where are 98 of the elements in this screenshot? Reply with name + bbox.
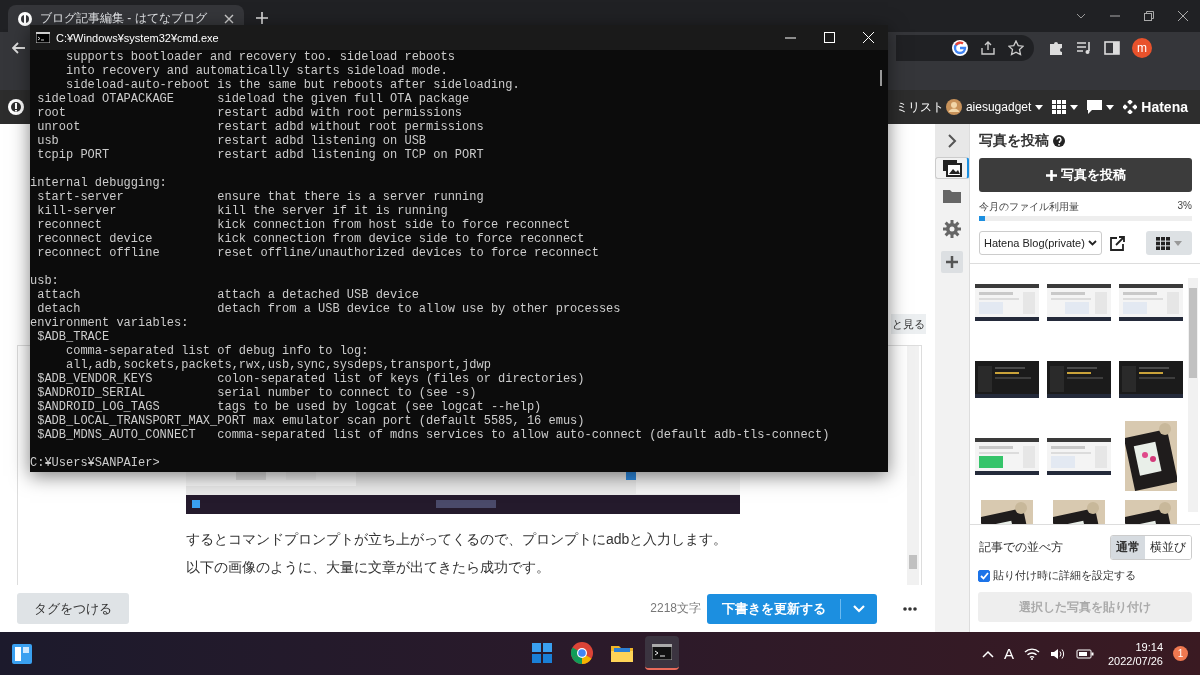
terminal-line: $ADB_VENDOR_KEYS colon-separated list of keys (files or directories) [36, 372, 586, 386]
terminal-line: $ADB_TRACE [36, 330, 111, 344]
terminal-line: root restart adbd with root permissions [36, 106, 464, 120]
terminal-line: usb: [30, 274, 60, 288]
grid-icon [1156, 236, 1170, 250]
chevron-up-icon[interactable] [981, 649, 994, 658]
terminal-line: C:¥Users¥SANPAIer> [30, 456, 161, 470]
checkbox-label: 貼り付け時に詳細を設定する [993, 568, 1136, 583]
settings-icon[interactable] [943, 219, 961, 238]
folder-icon[interactable] [611, 644, 633, 662]
hatena-logo-icon[interactable] [8, 99, 24, 115]
apps-grid-icon[interactable] [1052, 100, 1067, 114]
scrollbar[interactable] [907, 346, 919, 585]
caret-icon[interactable] [1106, 104, 1115, 110]
address-bar[interactable] [896, 35, 1034, 61]
paragraph: 以下の画像のように、大量に文章が出てきたら成功です。 [186, 558, 551, 577]
terminal-line: kill-server kill the server if it is running [36, 204, 449, 218]
view-button[interactable]: と見る [891, 314, 926, 334]
more-icon[interactable] [903, 606, 917, 611]
panel-title: 写真を投稿 [979, 132, 1049, 150]
battery-icon[interactable] [1075, 647, 1094, 660]
clock-date[interactable]: 2022/07/26 [1107, 653, 1163, 668]
caret-icon[interactable] [1035, 104, 1044, 110]
chevron-down-icon[interactable] [1076, 13, 1086, 19]
scrollbar[interactable] [1188, 278, 1198, 512]
terminal-line: tcpip PORT restart adbd listening on TCP on PORT [36, 148, 485, 162]
restore-icon[interactable] [1144, 11, 1154, 21]
playlist-icon[interactable] [1076, 40, 1092, 56]
google-icon[interactable] [952, 40, 968, 56]
user-menu[interactable]: aiesugadget [965, 100, 1032, 114]
album-select[interactable]: Hatena Blog(private) [979, 231, 1102, 255]
puzzle-icon[interactable] [1048, 40, 1064, 56]
terminal-line: supports bootloader and recovery too. sideload reboots [65, 50, 456, 64]
terminal-line: sideload OTAPACKAGE sideload the given full OTA package [36, 92, 471, 106]
window-title: C:¥Windows¥system32¥cmd.exe [56, 31, 219, 44]
view-mode-button[interactable] [1146, 231, 1192, 255]
terminal-line: environment variables: [30, 316, 190, 330]
caret-icon[interactable] [1070, 104, 1079, 110]
speaker-icon[interactable] [1049, 647, 1066, 660]
plus-icon[interactable] [946, 255, 958, 268]
terminal-line: start-server ensure that there is a server running [36, 190, 485, 204]
terminal-line: comma-separated list of debug info to log: [65, 344, 370, 358]
layout-label: 記事での並べ方 [979, 539, 1063, 556]
sidebar-icon[interactable] [1104, 40, 1120, 56]
chevron-right-icon[interactable] [946, 132, 958, 149]
terminal-line: all,adb,sockets,packets,rwx,usb,sync,sysdeps,transport,jdwp [65, 358, 492, 372]
hatena-mark-icon [1123, 100, 1138, 114]
terminal-line: reconnect kick connection from host side to force reconnect [36, 218, 572, 232]
tag-button[interactable]: タグをつける [17, 593, 129, 624]
folder-icon[interactable] [943, 188, 961, 203]
usage-percent: 3% [1177, 200, 1192, 213]
chevron-down-icon [1087, 240, 1097, 246]
layout-option[interactable]: 通常 [1111, 536, 1145, 559]
terminal-line: $ANDROID_SERIAL serial number to connect to (see -s) [36, 386, 478, 400]
star-icon[interactable] [1008, 40, 1024, 56]
windows-logo-icon[interactable] [532, 643, 552, 663]
close-icon[interactable] [1178, 11, 1188, 21]
upload-photo-button[interactable]: 写真を投稿 [979, 158, 1192, 192]
input-method-indicator[interactable]: A [1003, 645, 1014, 662]
header-link[interactable]: ミリスト [895, 98, 944, 116]
hatena-favicon-icon [18, 11, 32, 26]
cmd-app-icon [36, 32, 50, 43]
share-icon[interactable] [980, 40, 996, 56]
terminal-line: reconnect offline reset offline/unauthorized devices to force reconnect [36, 246, 600, 260]
terminal-line: internal debugging: [30, 176, 168, 190]
widgets-icon[interactable] [12, 643, 32, 664]
plus-icon [1045, 169, 1057, 181]
terminal-line: sideload-auto-reboot is the same but reboots after sideloading. [65, 78, 521, 92]
paragraph: するとコマンドプロンプトが立ち上がってくるので、プロンプトにadbと入力します。 [186, 530, 729, 549]
terminal-line: detach detach from a USB device to allow use by other processes [36, 302, 622, 316]
terminal-line: reconnect device kick connection from device side to force reconnect [36, 232, 586, 246]
terminal-line: $ADB_MDNS_AUTO_CONNECT comma-separated list of mdns services to allow auto-connect (default adb-tls-connect) [36, 428, 831, 442]
scrollbar[interactable] [880, 70, 882, 86]
terminal-line: $ANDROID_LOG_TAGS tags to be used by logcat (see logcat --help) [36, 400, 543, 414]
terminal-icon[interactable] [652, 644, 672, 660]
user-avatar-icon[interactable] [945, 99, 962, 115]
photos-icon[interactable] [941, 159, 962, 177]
new-tab-icon[interactable] [256, 12, 268, 24]
close-icon[interactable] [224, 13, 234, 24]
terminal-line: unroot restart adbd without root permissions [36, 120, 485, 134]
command-prompt-window[interactable] [30, 25, 888, 472]
chrome-icon[interactable] [571, 642, 593, 664]
back-arrow-icon[interactable] [12, 42, 26, 54]
profile-avatar[interactable]: m [1132, 38, 1152, 58]
help-icon[interactable] [1053, 135, 1065, 147]
terminal-line: $ADB_LOCAL_TRANSPORT_MAX_PORT max emulator scan port (default 5585, 16 emus) [36, 414, 586, 428]
maximize-icon[interactable] [824, 32, 835, 43]
chat-icon[interactable] [1087, 100, 1103, 114]
terminal-line: attach attach a detached USB device [36, 288, 420, 302]
wifi-icon[interactable] [1023, 647, 1040, 660]
usage-label: 今月のファイル利用量 [979, 200, 1079, 214]
checkbox[interactable] [978, 569, 990, 582]
external-link-icon[interactable] [1109, 235, 1125, 251]
brand-name[interactable]: Hatena [1141, 99, 1188, 115]
terminal-line: into recovery and automatically starts sideload mode. [65, 64, 449, 78]
clock-time[interactable]: 19:14 [1135, 639, 1163, 654]
terminal-line: usb restart adbd listening on USB [36, 134, 428, 148]
character-count: 2218文字 [650, 600, 701, 617]
